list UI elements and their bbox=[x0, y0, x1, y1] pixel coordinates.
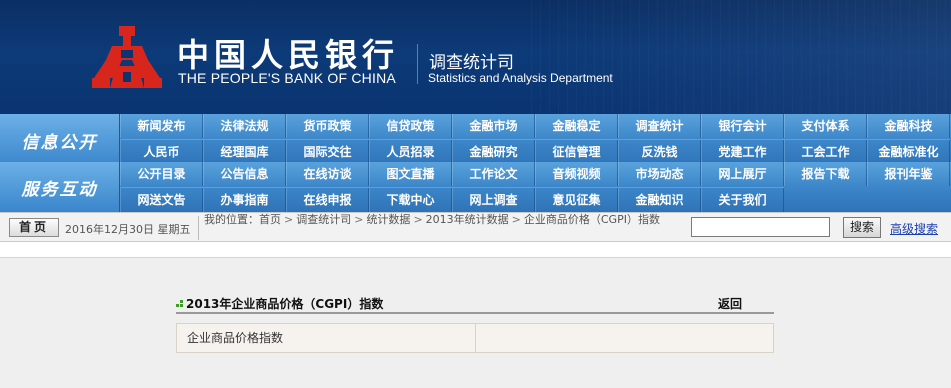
nav-service-row1: 公开目录 公告信息 在线访谈 图文直播 工作论文 音频视频 市场动态 网上展厅 … bbox=[120, 162, 950, 186]
department-name-cn: 调查统计司 bbox=[429, 53, 514, 73]
nav-item-market-updates[interactable]: 市场动态 bbox=[618, 162, 701, 186]
main-content: 2013年企业商品价格（CGPI）指数 返回 企业商品价格指数 bbox=[0, 257, 951, 388]
nav-item-treasury[interactable]: 经理国库 bbox=[203, 140, 286, 164]
nav-item-credit-management[interactable]: 征信管理 bbox=[535, 140, 618, 164]
search-input[interactable] bbox=[691, 217, 830, 237]
nav-item-online-filing[interactable]: 在线申报 bbox=[286, 188, 369, 212]
breadcrumb-statistics[interactable]: 统计数据 bbox=[366, 213, 410, 226]
nav-item-financial-market[interactable]: 金融市场 bbox=[452, 114, 535, 138]
nav-item-credit-policy[interactable]: 信贷政策 bbox=[369, 114, 452, 138]
nav-service-row2: 网送文告 办事指南 在线申报 下载中心 网上调查 意见征集 金融知识 关于我们 bbox=[120, 187, 784, 212]
nav-item-news[interactable]: 新闻发布 bbox=[120, 114, 203, 138]
nav-item-download-center[interactable]: 下载中心 bbox=[369, 188, 452, 212]
index-table: 企业商品价格指数 bbox=[176, 323, 774, 353]
nav-item-fintech[interactable]: 金融科技 bbox=[867, 114, 950, 138]
header-texture bbox=[531, 0, 951, 114]
nav-item-feedback[interactable]: 意见征集 bbox=[535, 188, 618, 212]
nav-item-monetary-policy[interactable]: 货币政策 bbox=[286, 114, 369, 138]
nav-item-payment-system[interactable]: 支付体系 bbox=[784, 114, 867, 138]
table-row-cgpi-link[interactable]: 企业商品价格指数 bbox=[177, 324, 476, 352]
nav-item-public-catalog[interactable]: 公开目录 bbox=[120, 162, 203, 186]
header-divider bbox=[417, 44, 418, 84]
nav-item-party-building[interactable]: 党建工作 bbox=[701, 140, 784, 164]
breadcrumb: 我的位置：首页 > 调查统计司 > 统计数据 >2013年统计数据 > 企业商品价格（CGPI… bbox=[204, 213, 688, 243]
back-link[interactable]: 返回 bbox=[718, 295, 742, 312]
current-date: 2016年12月30日 星期五 bbox=[65, 223, 191, 236]
site-header: 中国人民银行 THE PEOPLE'S BANK OF CHINA 调查统计司 … bbox=[0, 0, 951, 114]
pboc-logo-icon[interactable] bbox=[92, 26, 162, 92]
nav-item-notices[interactable]: 网送文告 bbox=[120, 188, 203, 212]
brand-name-en: THE PEOPLE'S BANK OF CHINA bbox=[178, 70, 396, 86]
nav-item-rmb[interactable]: 人民币 bbox=[120, 140, 203, 164]
breadcrumb-current: 企业商品价格（CGPI）指数 bbox=[523, 213, 660, 226]
nav-item-working-papers[interactable]: 工作论文 bbox=[452, 162, 535, 186]
nav-item-anti-money-laundering[interactable]: 反洗钱 bbox=[618, 140, 701, 164]
page-title: 2013年企业商品价格（CGPI）指数 bbox=[186, 297, 384, 311]
nav-item-audio-video[interactable]: 音频视频 bbox=[535, 162, 618, 186]
breadcrumb-department[interactable]: 调查统计司 bbox=[296, 213, 351, 226]
nav-info-row2: 人民币 经理国库 国际交往 人员招录 金融研究 征信管理 反洗钱 党建工作 工会… bbox=[120, 139, 950, 164]
nav-item-bank-accounting[interactable]: 银行会计 bbox=[701, 114, 784, 138]
breadcrumb-separator: > bbox=[511, 213, 521, 226]
utility-bar: 首页 2016年12月30日 星期五 我的位置：首页 > 调查统计司 > 统计数据 >20… bbox=[0, 212, 951, 242]
nav-item-guide[interactable]: 办事指南 bbox=[203, 188, 286, 212]
nav-info-disclosure: 信息公开 新闻发布 法律法规 货币政策 信贷政策 金融市场 金融稳定 调查统计 … bbox=[0, 114, 951, 166]
nav-info-row1: 新闻发布 法律法规 货币政策 信贷政策 金融市场 金融稳定 调查统计 银行会计 … bbox=[120, 114, 950, 138]
nav-item-online-exhibition[interactable]: 网上展厅 bbox=[701, 162, 784, 186]
nav-item-yearbook[interactable]: 报刊年鉴 bbox=[867, 162, 950, 186]
nav-service-title: 服务互动 bbox=[0, 162, 120, 212]
breadcrumb-home[interactable]: 首页 bbox=[259, 213, 281, 226]
table-cell-empty bbox=[476, 324, 773, 352]
nav-item-financial-stability[interactable]: 金融稳定 bbox=[535, 114, 618, 138]
breadcrumb-separator: > bbox=[354, 213, 364, 226]
nav-info-title: 信息公开 bbox=[0, 114, 120, 166]
panel-header: 2013年企业商品价格（CGPI）指数 返回 bbox=[176, 292, 774, 314]
nav-item-about-us[interactable]: 关于我们 bbox=[701, 188, 784, 212]
breadcrumb-prefix: 我的位置： bbox=[204, 213, 259, 226]
nav-item-union[interactable]: 工会工作 bbox=[784, 140, 867, 164]
breadcrumb-year[interactable]: 2013年统计数据 bbox=[426, 213, 509, 226]
home-button[interactable]: 首页 bbox=[9, 218, 59, 237]
breadcrumb-separator: > bbox=[413, 213, 423, 226]
nav-item-online-survey[interactable]: 网上调查 bbox=[452, 188, 535, 212]
breadcrumb-separator: > bbox=[284, 213, 294, 226]
nav-item-live-broadcast[interactable]: 图文直播 bbox=[369, 162, 452, 186]
advanced-search-link[interactable]: 高级搜索 bbox=[890, 220, 938, 237]
nav-item-international[interactable]: 国际交往 bbox=[286, 140, 369, 164]
nav-item-research[interactable]: 金融研究 bbox=[452, 140, 535, 164]
department-name-en: Statistics and Analysis Department bbox=[428, 71, 613, 85]
nav-item-standardization[interactable]: 金融标准化 bbox=[867, 140, 950, 164]
title-bullet-icon bbox=[176, 300, 184, 308]
nav-item-financial-knowledge[interactable]: 金融知识 bbox=[618, 188, 701, 212]
nav-item-online-interview[interactable]: 在线访谈 bbox=[286, 162, 369, 186]
utility-divider bbox=[198, 216, 199, 240]
nav-item-laws[interactable]: 法律法规 bbox=[203, 114, 286, 138]
nav-item-report-download[interactable]: 报告下载 bbox=[784, 162, 867, 186]
nav-service-interaction: 服务互动 公开目录 公告信息 在线访谈 图文直播 工作论文 音频视频 市场动态 … bbox=[0, 162, 951, 212]
nav-item-recruitment[interactable]: 人员招录 bbox=[369, 140, 452, 164]
nav-item-announcements[interactable]: 公告信息 bbox=[203, 162, 286, 186]
nav-item-statistics[interactable]: 调查统计 bbox=[618, 114, 701, 138]
search-button[interactable]: 搜索 bbox=[843, 217, 881, 238]
